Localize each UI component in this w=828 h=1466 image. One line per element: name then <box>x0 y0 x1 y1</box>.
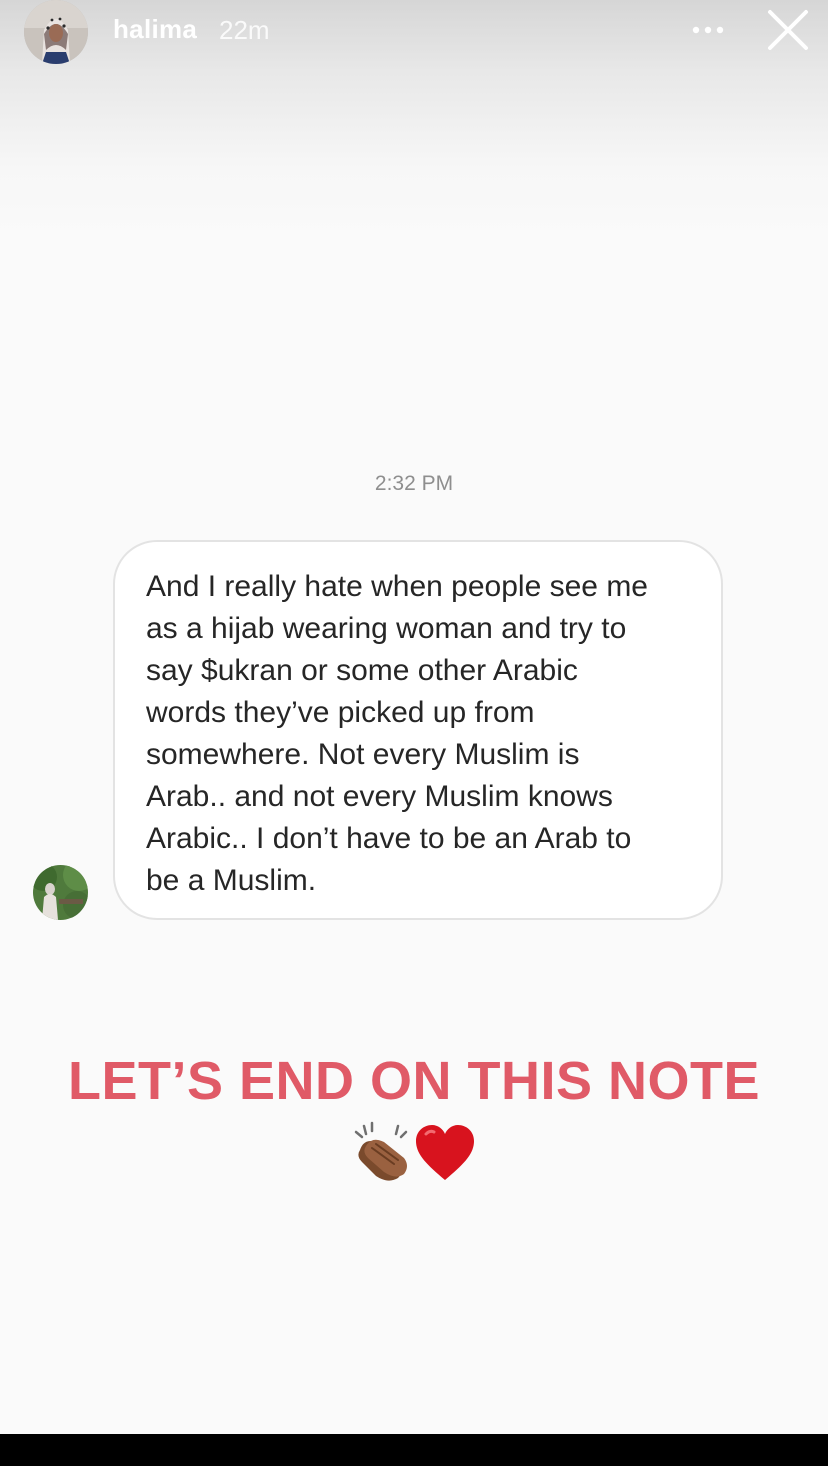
message-line: And I really hate when people see me <box>146 570 648 603</box>
bottom-bar <box>0 1434 828 1466</box>
message-line: Arab.. and not every Muslim knows <box>146 780 613 813</box>
caption-emojis <box>350 1118 480 1188</box>
message-line: somewhere. Not every Muslim is <box>146 738 580 771</box>
more-dots-icon <box>692 26 724 34</box>
message-text: And I really hate when people see me as … <box>146 566 691 902</box>
close-button[interactable] <box>764 6 812 54</box>
story-container[interactable]: halima 22m 2:32 PM And I really hate whe… <box>0 0 828 1434</box>
message-timestamp: 2:32 PM <box>374 472 454 495</box>
username[interactable]: halima <box>113 14 197 45</box>
story-header: halima 22m <box>0 0 828 64</box>
message-line: words they’ve picked up from <box>146 696 535 729</box>
sender-avatar <box>33 865 88 920</box>
message-line: Arabic.. I don’t have to be an Arab to <box>146 822 632 855</box>
message-line: say $ukran or some other Arabic <box>146 654 578 687</box>
caption-text: LET’S END ON THIS NOTE <box>67 1051 761 1111</box>
avatar[interactable] <box>24 0 88 64</box>
time-ago: 22m <box>219 15 270 45</box>
message-line: be a Muslim. <box>146 864 317 897</box>
more-button[interactable] <box>684 12 732 48</box>
clapping-hands-icon <box>354 1121 408 1181</box>
close-icon <box>768 10 808 50</box>
message-bubble: And I really hate when people see me as … <box>113 540 723 920</box>
red-heart-icon <box>416 1125 474 1180</box>
message-line: as a hijab wearing woman and try to <box>146 612 627 645</box>
